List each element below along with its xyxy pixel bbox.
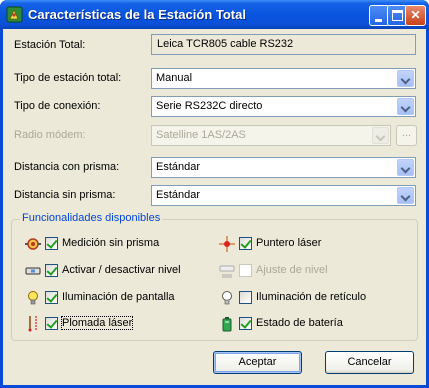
- lightbulb-icon: [28, 291, 38, 305]
- medicion-sin-prisma-checkbox[interactable]: [45, 237, 58, 250]
- feature-label: Puntero láser: [256, 237, 322, 249]
- chevron-down-icon[interactable]: [397, 159, 414, 176]
- laser-pointer-icon: [219, 236, 235, 252]
- close-button[interactable]: ✕: [405, 5, 426, 26]
- estacion-total-label: Estación Total:: [14, 39, 86, 51]
- tipo-conexion-label: Tipo de conexión:: [14, 100, 101, 112]
- chevron-down-icon[interactable]: [397, 70, 414, 87]
- radio-modem-label: Radio módem:: [14, 129, 86, 141]
- estado-bateria-checkbox[interactable]: [239, 317, 252, 330]
- feature-label: Plomada láser: [60, 316, 134, 330]
- iluminacion-pantalla-checkbox[interactable]: [45, 291, 58, 304]
- tipo-estacion-select[interactable]: Manual: [151, 68, 416, 89]
- target-icon: [25, 238, 41, 250]
- distancia-sin-prisma-label: Distancia sin prisma:: [14, 189, 116, 201]
- dialog-window: Características de la Estación Total ✕ E…: [0, 0, 429, 388]
- feature-label: Estado de batería: [256, 317, 343, 329]
- title-bar[interactable]: Características de la Estación Total ✕: [0, 0, 429, 29]
- feature-label: Activar / desactivar nivel: [62, 264, 181, 276]
- dialog-body: Estación Total: Leica TCR805 cable RS232…: [3, 29, 426, 385]
- radio-modem-select[interactable]: Satelline 1AS/2AS: [151, 125, 391, 146]
- feature-label: Medición sin prisma: [62, 237, 160, 249]
- battery-icon: [222, 317, 232, 332]
- chevron-down-icon[interactable]: [397, 187, 414, 204]
- puntero-laser-checkbox[interactable]: [239, 237, 252, 250]
- features-group-title: Funcionalidades disponibles: [20, 212, 163, 224]
- level-adjust-icon: [219, 265, 235, 278]
- maximize-icon: [392, 10, 403, 21]
- distancia-sin-prisma-value: Estándar: [156, 189, 201, 201]
- window-title: Características de la Estación Total: [28, 7, 246, 22]
- plomada-laser-checkbox[interactable]: [45, 317, 58, 330]
- tipo-conexion-value: Serie RS232C directo: [156, 100, 263, 112]
- chevron-down-icon[interactable]: [397, 98, 414, 115]
- cancel-button[interactable]: Cancelar: [325, 351, 414, 374]
- minimize-icon: [375, 19, 382, 22]
- level-icon: [25, 267, 41, 275]
- distancia-con-prisma-value: Estándar: [156, 161, 201, 173]
- app-icon: [6, 6, 23, 23]
- plumb-laser-icon: [28, 316, 37, 332]
- accept-button[interactable]: Aceptar: [213, 351, 302, 374]
- distancia-sin-prisma-select[interactable]: Estándar: [151, 185, 416, 206]
- iluminacion-reticulo-checkbox[interactable]: [239, 291, 252, 304]
- tipo-estacion-value: Manual: [156, 72, 193, 84]
- activar-nivel-checkbox[interactable]: [45, 264, 58, 277]
- chevron-down-icon[interactable]: [372, 127, 389, 144]
- feature-label: Iluminación de retículo: [256, 291, 367, 303]
- feature-label: Ajuste de nivel: [256, 264, 328, 276]
- feature-label: Iluminación de pantalla: [62, 291, 175, 303]
- estacion-total-field: Leica TCR805 cable RS232: [151, 34, 416, 55]
- close-icon: ✕: [410, 8, 421, 22]
- tipo-conexion-select[interactable]: Serie RS232C directo: [151, 96, 416, 117]
- distancia-con-prisma-select[interactable]: Estándar: [151, 157, 416, 178]
- radio-modem-value: Satelline 1AS/2AS: [156, 129, 246, 141]
- tipo-estacion-label: Tipo de estación total:: [14, 72, 122, 84]
- radio-modem-browse-button[interactable]: ...: [396, 125, 417, 146]
- distancia-con-prisma-label: Distancia con prisma:: [14, 161, 120, 173]
- lightbulb-outline-icon: [222, 291, 232, 305]
- ajuste-nivel-checkbox[interactable]: [239, 264, 252, 277]
